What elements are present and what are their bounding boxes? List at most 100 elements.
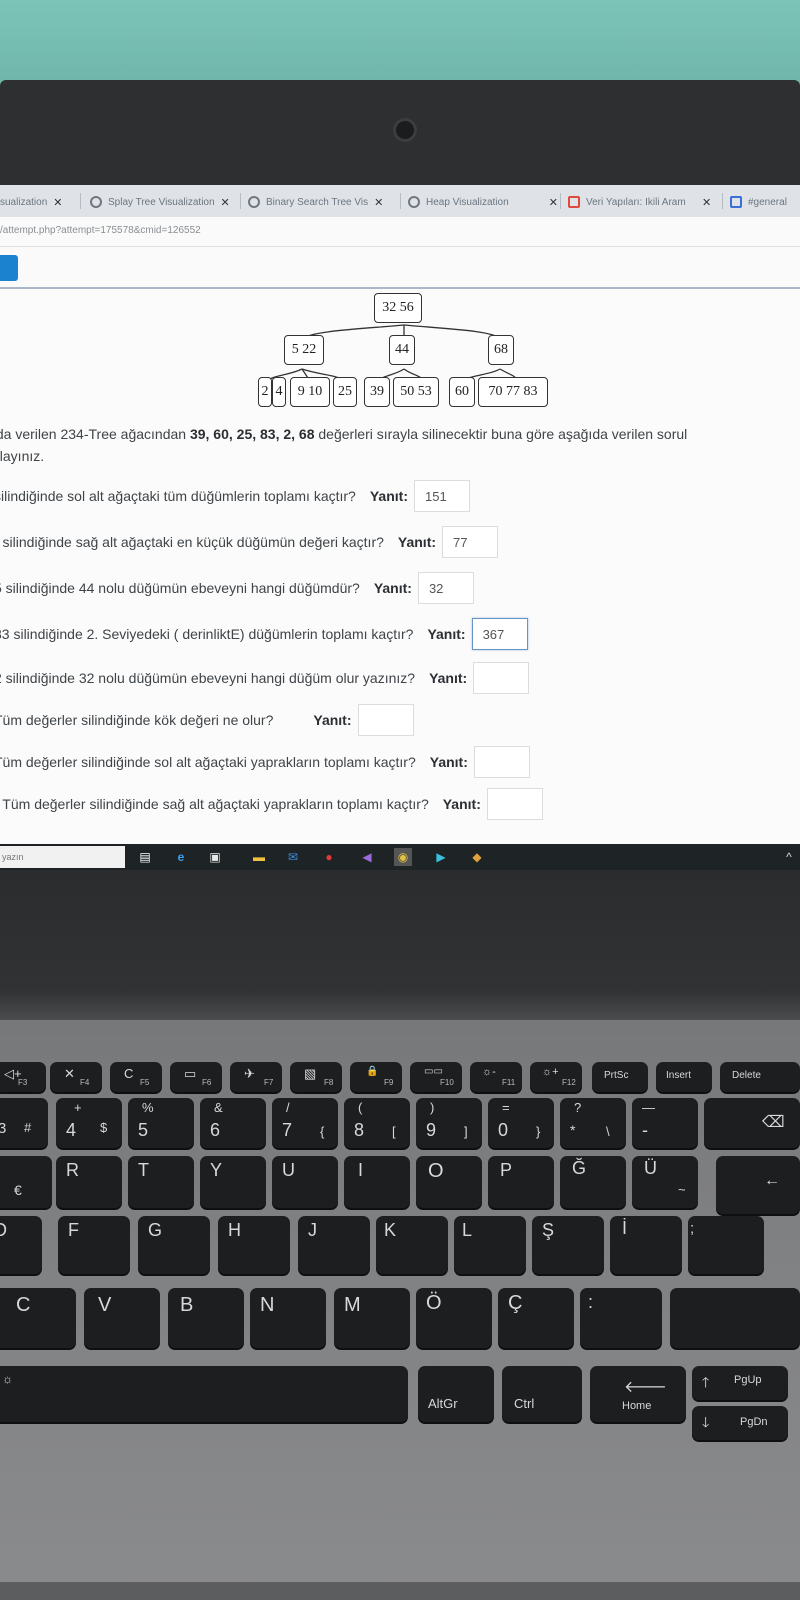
- key-dotted-i[interactable]: İ: [610, 1216, 682, 1274]
- key-i[interactable]: I: [344, 1156, 410, 1208]
- key-f[interactable]: F: [58, 1216, 130, 1274]
- key-c-cedilla[interactable]: Ç: [498, 1288, 574, 1348]
- close-icon[interactable]: ✕: [53, 196, 62, 209]
- answer-input-focused[interactable]: 367: [471, 618, 528, 650]
- key-f9[interactable]: 🔒 F9: [350, 1062, 402, 1092]
- answer-input[interactable]: [357, 704, 414, 736]
- key-altgr[interactable]: AltGr: [418, 1366, 494, 1422]
- key-d[interactable]: D: [0, 1216, 42, 1274]
- app-cube-icon[interactable]: ◆: [468, 848, 486, 866]
- answer-input[interactable]: 151: [413, 480, 470, 512]
- key-l[interactable]: L: [454, 1216, 526, 1274]
- key-n[interactable]: N: [250, 1288, 326, 1348]
- app-icon[interactable]: ●: [320, 848, 338, 866]
- key-ctrl[interactable]: Ctrl: [502, 1366, 582, 1422]
- tab-general[interactable]: #general: [730, 189, 800, 215]
- key-f8[interactable]: ▧ F8: [290, 1062, 342, 1092]
- key-prtsc[interactable]: PrtSc: [592, 1062, 648, 1092]
- answer-input[interactable]: [486, 788, 543, 820]
- key-9[interactable]: ) 9]: [416, 1098, 482, 1148]
- answer-input[interactable]: 77: [442, 526, 499, 558]
- key-t[interactable]: T: [128, 1156, 194, 1208]
- key-symbol: C: [124, 1066, 134, 1081]
- answer-input[interactable]: [473, 662, 530, 694]
- key-c[interactable]: C: [0, 1288, 76, 1348]
- key-0[interactable]: = 0}: [488, 1098, 554, 1148]
- close-icon[interactable]: ✕: [702, 196, 711, 209]
- tree-node: 44: [389, 335, 415, 365]
- chevron-up-icon[interactable]: ^: [780, 848, 798, 866]
- key-u[interactable]: U: [272, 1156, 338, 1208]
- key-symbol: ✈: [244, 1066, 255, 1081]
- key-k[interactable]: K: [376, 1216, 448, 1274]
- key-f10[interactable]: ▭▭ F10: [410, 1062, 462, 1092]
- key-p[interactable]: P: [488, 1156, 554, 1208]
- key-asterisk[interactable]: ? * \: [560, 1098, 626, 1148]
- key-v[interactable]: V: [84, 1288, 160, 1348]
- key-tab-area[interactable]: €: [0, 1156, 52, 1208]
- key-o-umlaut[interactable]: Ö: [416, 1288, 492, 1348]
- key-6[interactable]: & 6: [200, 1098, 266, 1148]
- key-g[interactable]: G: [138, 1216, 210, 1274]
- key-b[interactable]: B: [168, 1288, 244, 1348]
- answer-input[interactable]: 32: [417, 572, 474, 604]
- key-minus[interactable]: — -: [632, 1098, 698, 1148]
- laptop-top-bezel: [0, 80, 800, 185]
- tab-veri-yapilari[interactable]: Veri Yapıları: İkili Aram ✕: [568, 189, 718, 215]
- key-5[interactable]: % 5: [128, 1098, 194, 1148]
- tab-heap-visualization[interactable]: Heap Visualization ✕: [408, 189, 558, 215]
- key-f12[interactable]: ☼+ F12: [530, 1062, 582, 1092]
- key-f6[interactable]: ▭ F6: [170, 1062, 222, 1092]
- key-4[interactable]: +4 $: [56, 1098, 122, 1148]
- key-f5[interactable]: C F5: [110, 1062, 162, 1092]
- tab-splay-tree[interactable]: Splay Tree Visualization ✕: [90, 189, 240, 215]
- key-delete[interactable]: Delete: [720, 1062, 800, 1092]
- terminal-icon[interactable]: ▶: [432, 848, 450, 866]
- key-y[interactable]: Y: [200, 1156, 266, 1208]
- question-text: 2 silindiğinde 32 nolu düğümün ebeveyni …: [0, 670, 416, 686]
- key-pgup[interactable]: 🡑 PgUp: [692, 1366, 788, 1400]
- answer-input[interactable]: [473, 746, 530, 778]
- tab-binary-search-tree[interactable]: Binary Search Tree Vis ✕: [248, 189, 400, 215]
- key-enter[interactable]: ←: [716, 1156, 800, 1214]
- mail-icon[interactable]: ✉: [284, 848, 302, 866]
- globe-icon: [248, 196, 260, 208]
- key-space[interactable]: ☼: [0, 1366, 408, 1422]
- key-h[interactable]: H: [218, 1216, 290, 1274]
- key-insert[interactable]: Insert: [656, 1062, 712, 1092]
- key-7[interactable]: / 7 {: [272, 1098, 338, 1148]
- key-f7[interactable]: ✈ F7: [230, 1062, 282, 1092]
- close-icon[interactable]: ✕: [221, 196, 230, 209]
- folder-icon[interactable]: ▬: [250, 848, 268, 866]
- store-icon[interactable]: ▣: [206, 848, 224, 866]
- key-semicolon[interactable]: ;: [688, 1216, 764, 1274]
- menu-button[interactable]: [0, 255, 18, 281]
- close-icon[interactable]: ✕: [549, 196, 558, 209]
- key-m[interactable]: M: [334, 1288, 410, 1348]
- taskbar-search[interactable]: yazın: [0, 846, 125, 868]
- edge-icon[interactable]: e: [172, 848, 190, 866]
- key-o[interactable]: O: [416, 1156, 482, 1208]
- task-view-icon[interactable]: ▤: [136, 848, 154, 866]
- key-r[interactable]: R: [56, 1156, 122, 1208]
- key-pgdn[interactable]: 🡓 PgDn: [692, 1406, 788, 1440]
- key-f3[interactable]: ◁+ F3: [0, 1062, 46, 1092]
- tab-visualization[interactable]: sualization ✕: [0, 189, 70, 215]
- key-home[interactable]: 🡐 Home: [590, 1366, 686, 1422]
- key-shift-right[interactable]: [670, 1288, 800, 1348]
- key-label: —: [642, 1100, 655, 1115]
- key-f11[interactable]: ☼- F11: [470, 1062, 522, 1092]
- key-j[interactable]: J: [298, 1216, 370, 1274]
- key-3[interactable]: 3 #: [0, 1098, 48, 1148]
- key-s-cedilla[interactable]: Ş: [532, 1216, 604, 1274]
- key-u-umlaut[interactable]: Ü ~: [632, 1156, 698, 1208]
- visual-studio-icon[interactable]: ◀: [358, 848, 376, 866]
- address-bar[interactable]: /attempt.php?attempt=175578&cmid=126552: [0, 217, 800, 247]
- key-8[interactable]: (8 [: [344, 1098, 410, 1148]
- key-f4[interactable]: ✕ F4: [50, 1062, 102, 1092]
- key-colon[interactable]: :: [580, 1288, 662, 1348]
- chrome-icon[interactable]: ◉: [394, 848, 412, 866]
- key-backspace[interactable]: ⌫: [704, 1098, 800, 1148]
- close-icon[interactable]: ✕: [374, 196, 383, 209]
- key-g-breve[interactable]: Ğ: [560, 1156, 626, 1208]
